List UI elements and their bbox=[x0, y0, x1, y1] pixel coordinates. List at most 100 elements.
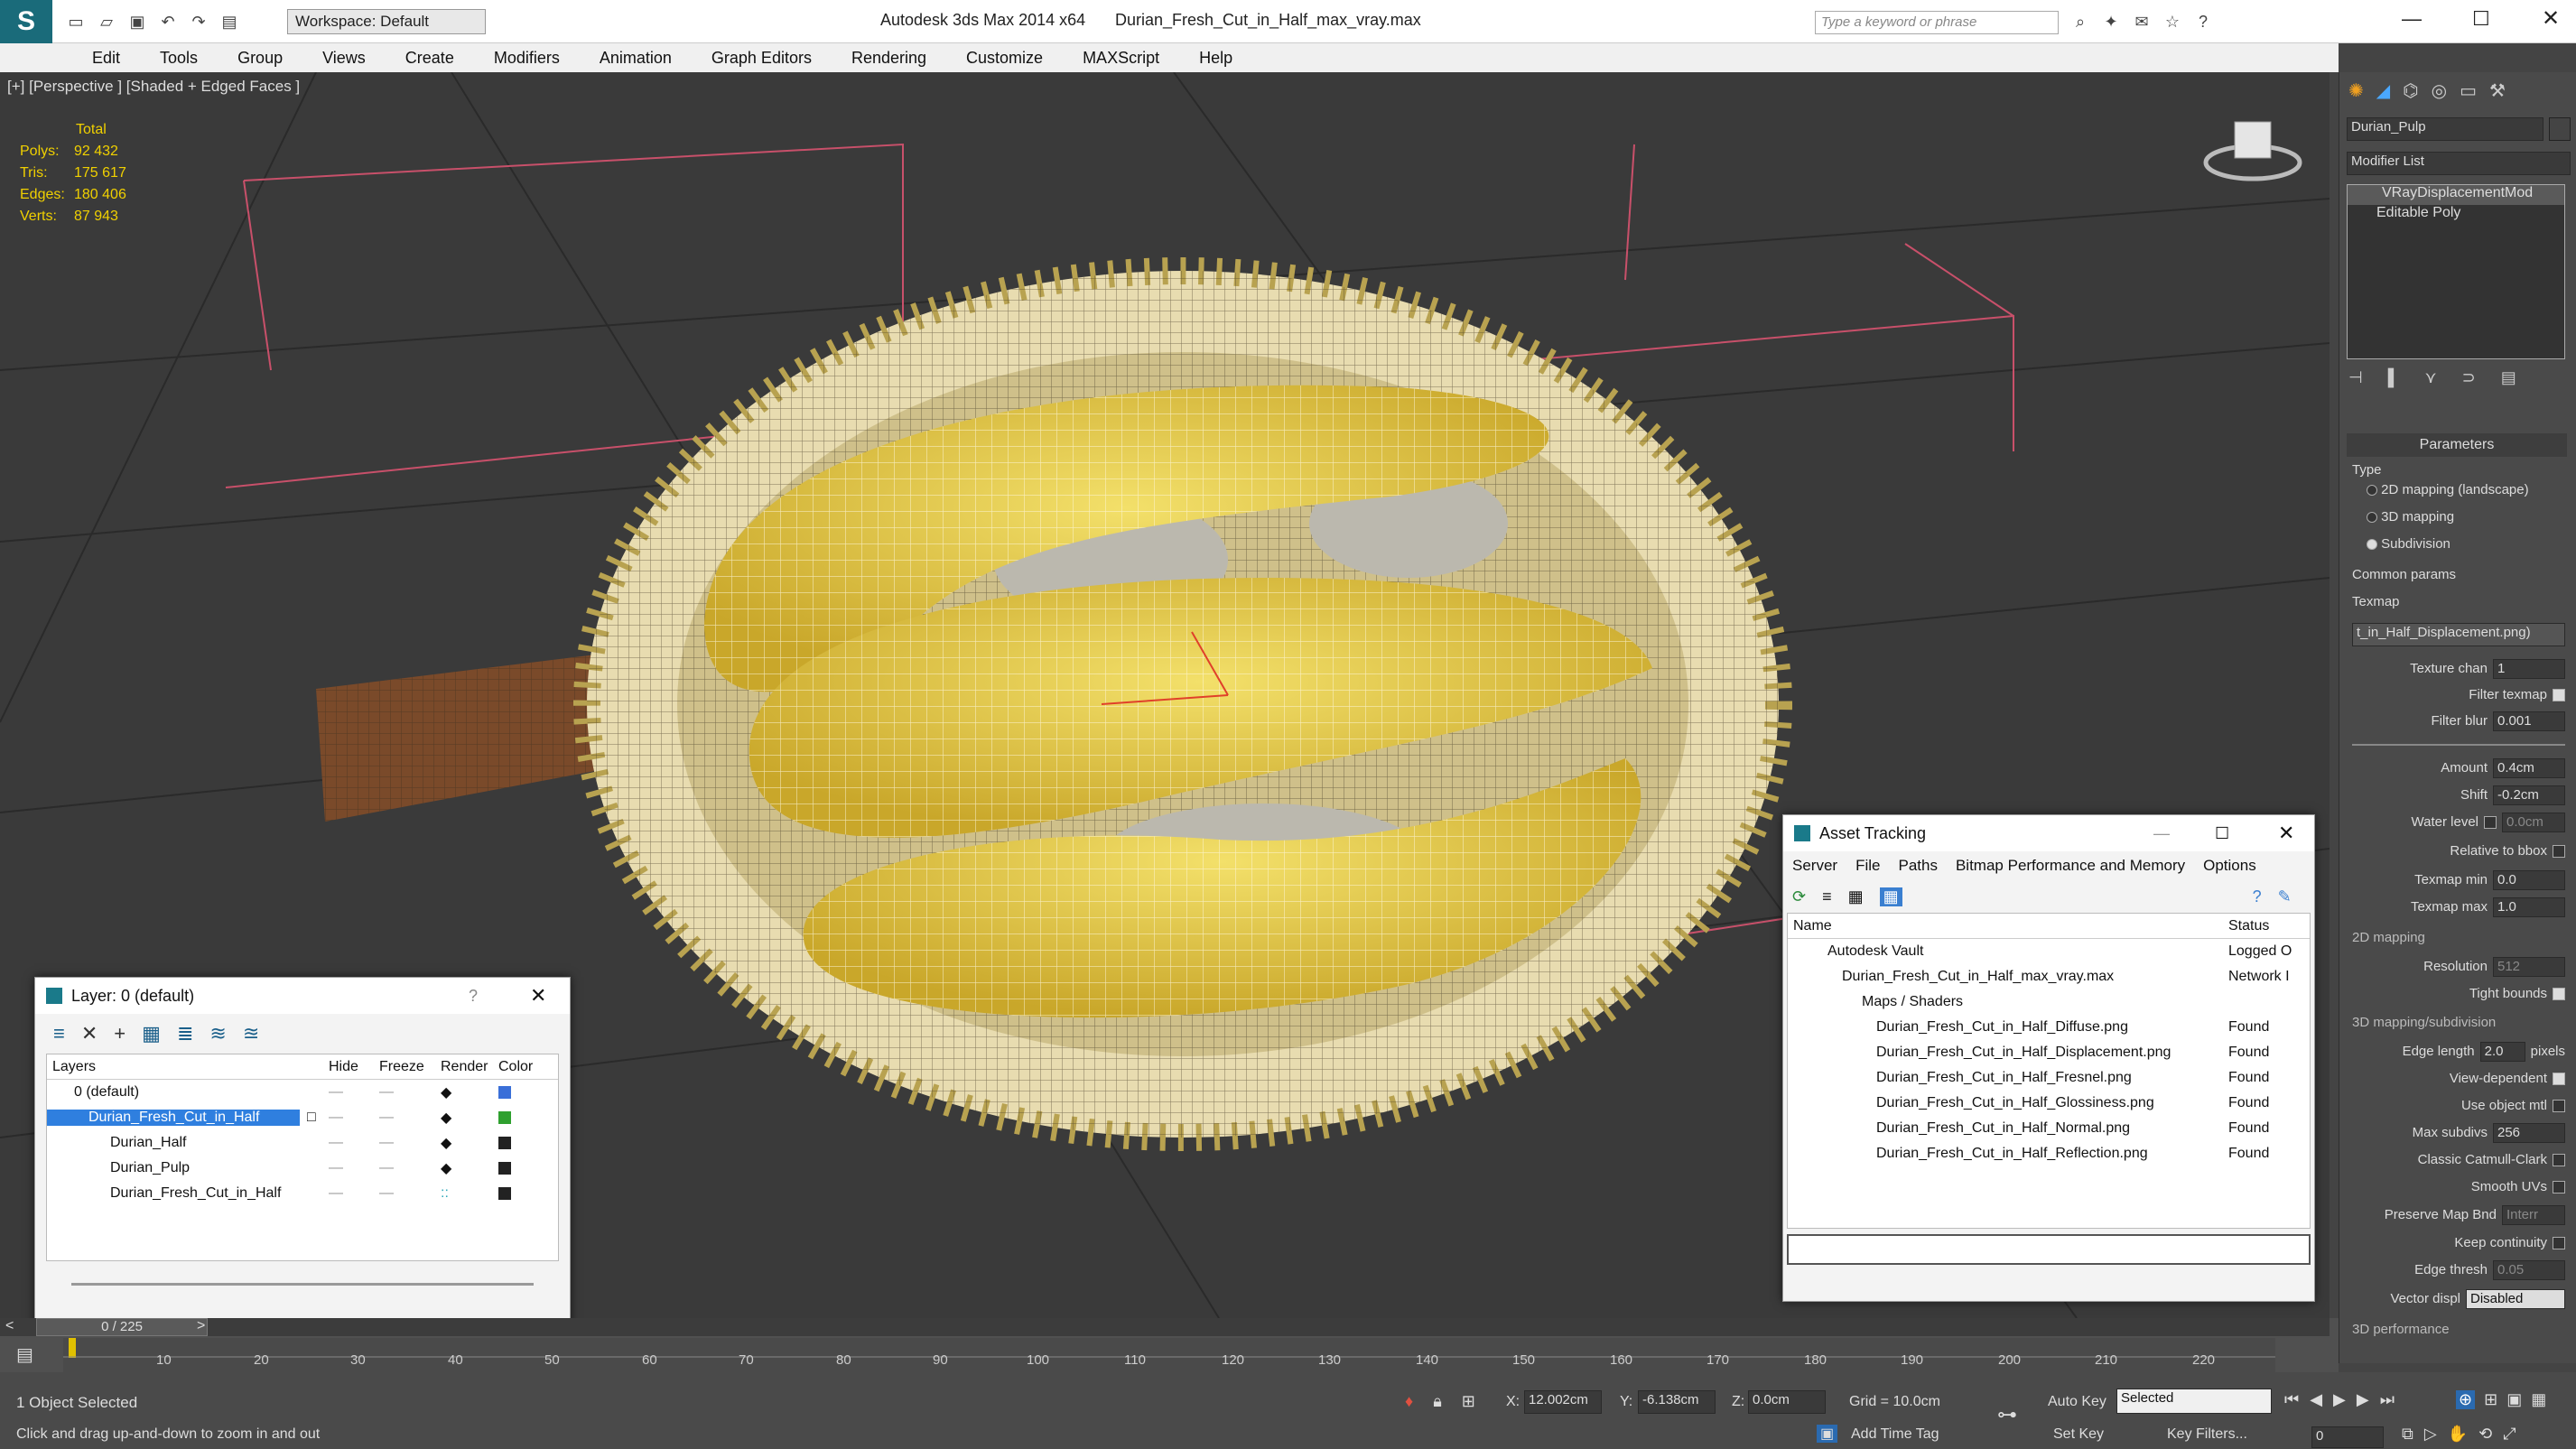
make-unique-icon[interactable]: ⋎ bbox=[2424, 368, 2436, 387]
viewport-label[interactable]: [+] [Perspective ] [Shaded + Edged Faces… bbox=[7, 78, 300, 96]
undo-icon[interactable]: ↶ bbox=[155, 9, 181, 34]
key-filters-button[interactable]: Key Filters... bbox=[2167, 1426, 2247, 1443]
absolute-mode-icon[interactable]: ⊞ bbox=[1462, 1392, 1475, 1411]
menu-customize[interactable]: Customize bbox=[946, 49, 1063, 68]
time-slider-next[interactable]: > bbox=[197, 1318, 205, 1334]
object-name-field[interactable]: Durian_Pulp bbox=[2347, 117, 2543, 141]
texmap-max-spinner[interactable]: 1.0 bbox=[2493, 897, 2565, 917]
asset-window-titlebar[interactable]: Asset Tracking — ☐ ✕ bbox=[1783, 815, 2314, 851]
asset-row[interactable]: Durian_Fresh_Cut_in_Half_Displacement.pn… bbox=[1788, 1040, 2310, 1065]
x-coordinate-field[interactable]: 12.002cm bbox=[1524, 1390, 1602, 1414]
filter-texmap-checkbox[interactable] bbox=[2553, 689, 2565, 701]
binoculars-icon[interactable]: ⌕ bbox=[2068, 9, 2093, 34]
search-input[interactable]: Type a keyword or phrase bbox=[1815, 11, 2059, 34]
stack-item-vray-displacement[interactable]: VRayDisplacementMod bbox=[2348, 185, 2564, 205]
next-frame-icon[interactable]: ▶︎ bbox=[2357, 1390, 2369, 1409]
maximize-button[interactable]: ☐ bbox=[2472, 7, 2490, 31]
zoom-extents-all-icon[interactable]: ▦ bbox=[2531, 1390, 2546, 1409]
asset-menu-server[interactable]: Server bbox=[1792, 857, 1837, 875]
asset-menu-bitmap[interactable]: Bitmap Performance and Memory bbox=[1956, 857, 2185, 875]
maximize-viewport-icon[interactable]: ⤢ bbox=[2503, 1425, 2516, 1444]
isolate-icon[interactable]: ♦ bbox=[1405, 1392, 1413, 1411]
pin-stack-icon[interactable]: ⊣ bbox=[2348, 368, 2363, 387]
edge-thresh-spinner[interactable]: 0.05 bbox=[2493, 1260, 2565, 1280]
hide-toggle[interactable]: — bbox=[329, 1084, 379, 1101]
layer-help-button[interactable]: ? bbox=[469, 987, 478, 1006]
perspective-viewport[interactable]: [+] [Perspective ] [Shaded + Edged Faces… bbox=[0, 72, 2330, 1318]
zoom-all-icon[interactable]: ⊞ bbox=[2484, 1390, 2497, 1409]
preserve-map-dropdown[interactable]: Interr bbox=[2502, 1205, 2565, 1225]
layer-scrollbar[interactable] bbox=[71, 1283, 534, 1286]
relative-bbox-checkbox[interactable] bbox=[2553, 845, 2565, 858]
current-frame-field[interactable]: 0 bbox=[2311, 1426, 2384, 1448]
freeze-toggle[interactable]: — bbox=[379, 1084, 441, 1101]
layer-color-swatch[interactable] bbox=[498, 1111, 511, 1124]
play-icon[interactable]: ▶︎ bbox=[2333, 1390, 2346, 1409]
vector-displ-dropdown[interactable]: Disabled bbox=[2466, 1289, 2565, 1309]
open-file-icon[interactable]: ▱ bbox=[94, 9, 119, 34]
save-icon[interactable]: ▣ bbox=[125, 9, 150, 34]
asset-menu-options[interactable]: Options bbox=[2203, 857, 2256, 875]
time-slider-handle[interactable]: 0 / 225 bbox=[36, 1318, 208, 1336]
radio-2d-mapping[interactable]: 2D mapping (landscape) bbox=[2352, 480, 2565, 507]
radio-subdivision[interactable]: Subdivision bbox=[2352, 534, 2565, 565]
col-name[interactable]: Name bbox=[1788, 918, 2228, 934]
list-view-icon[interactable]: ≡ bbox=[1822, 887, 1832, 906]
render-toggle[interactable]: ◆ bbox=[441, 1134, 498, 1152]
asset-row[interactable]: Durian_Fresh_Cut_in_Half_Diffuse.png Foun… bbox=[1788, 1015, 2310, 1040]
texmap-min-spinner[interactable]: 0.0 bbox=[2493, 870, 2565, 890]
menu-modifiers[interactable]: Modifiers bbox=[474, 49, 580, 68]
asset-row[interactable]: Autodesk Vault Logged O bbox=[1788, 939, 2310, 964]
col-freeze[interactable]: Freeze bbox=[379, 1059, 441, 1075]
freeze-all-icon[interactable]: ≊ bbox=[243, 1022, 259, 1045]
freeze-toggle[interactable]: — bbox=[379, 1135, 441, 1151]
orbit-icon[interactable]: ⟲ bbox=[2478, 1425, 2492, 1444]
project-icon[interactable]: ▤ bbox=[217, 9, 242, 34]
time-slider-prev[interactable]: < bbox=[5, 1318, 14, 1334]
texture-chan-spinner[interactable]: 1 bbox=[2493, 659, 2565, 679]
layer-color-swatch[interactable] bbox=[498, 1162, 511, 1175]
render-toggle[interactable]: ◆ bbox=[441, 1109, 498, 1127]
col-render[interactable]: Render bbox=[441, 1059, 498, 1075]
shift-spinner[interactable]: -0.2cm bbox=[2493, 785, 2565, 805]
parameters-rollout-title[interactable]: Parameters bbox=[2347, 433, 2567, 457]
menu-group[interactable]: Group bbox=[218, 49, 302, 68]
display-tab-icon[interactable]: ▭ bbox=[2460, 79, 2477, 101]
layer-checkbox[interactable]: □ bbox=[300, 1110, 329, 1126]
smooth-uvs-checkbox[interactable] bbox=[2553, 1181, 2565, 1194]
asset-row[interactable]: Durian_Fresh_Cut_in_Half_Fresnel.png Foun… bbox=[1788, 1065, 2310, 1091]
menu-create[interactable]: Create bbox=[386, 49, 474, 68]
layer-close-button[interactable]: ✕ bbox=[530, 984, 546, 1008]
hide-all-icon[interactable]: ≋ bbox=[209, 1022, 226, 1045]
subscription-icon[interactable]: ✦ bbox=[2098, 9, 2124, 34]
layer-row[interactable]: Durian_Fresh_Cut_in_Half □ — — ◆ bbox=[47, 1105, 558, 1130]
hide-toggle[interactable]: — bbox=[329, 1185, 379, 1202]
layer-color-swatch[interactable] bbox=[498, 1086, 511, 1099]
modifier-list-dropdown[interactable]: Modifier List bbox=[2347, 152, 2571, 175]
menu-edit[interactable]: Edit bbox=[72, 49, 140, 68]
use-object-mtl-checkbox[interactable] bbox=[2553, 1100, 2565, 1112]
z-coordinate-field[interactable]: 0.0cm bbox=[1748, 1390, 1826, 1414]
amount-spinner[interactable]: 0.4cm bbox=[2493, 758, 2565, 778]
set-key-button[interactable]: Set Key bbox=[2053, 1426, 2104, 1443]
radio-button[interactable] bbox=[2367, 512, 2377, 524]
configure-sets-icon[interactable]: ▤ bbox=[2501, 368, 2516, 387]
hide-toggle[interactable]: — bbox=[329, 1110, 379, 1126]
keep-continuity-checkbox[interactable] bbox=[2553, 1237, 2565, 1249]
y-coordinate-field[interactable]: -6.138cm bbox=[1638, 1390, 1716, 1414]
select-layer-icon[interactable]: ▦ bbox=[142, 1022, 161, 1045]
auto-key-button[interactable]: Auto Key bbox=[2048, 1394, 2106, 1410]
freeze-toggle[interactable]: — bbox=[379, 1110, 441, 1126]
help-icon[interactable]: ? bbox=[2190, 9, 2216, 34]
asset-row[interactable]: Maps / Shaders bbox=[1788, 989, 2310, 1015]
filter-blur-spinner[interactable]: 0.001 bbox=[2493, 711, 2565, 731]
time-config-icon[interactable]: ⧉ bbox=[2402, 1425, 2413, 1444]
asset-row[interactable]: Durian_Fresh_Cut_in_Half_max_vray.max Net… bbox=[1788, 964, 2310, 989]
motion-tab-icon[interactable]: ◎ bbox=[2432, 79, 2447, 101]
col-layers[interactable]: Layers bbox=[47, 1059, 329, 1075]
layer-row[interactable]: Durian_Pulp — — ◆ bbox=[47, 1156, 558, 1181]
layer-color-swatch[interactable] bbox=[498, 1137, 511, 1149]
col-color[interactable]: Color bbox=[498, 1059, 544, 1075]
table-view-icon[interactable]: ▦ bbox=[1879, 887, 1902, 906]
asset-maximize-button[interactable]: ☐ bbox=[2215, 824, 2229, 843]
